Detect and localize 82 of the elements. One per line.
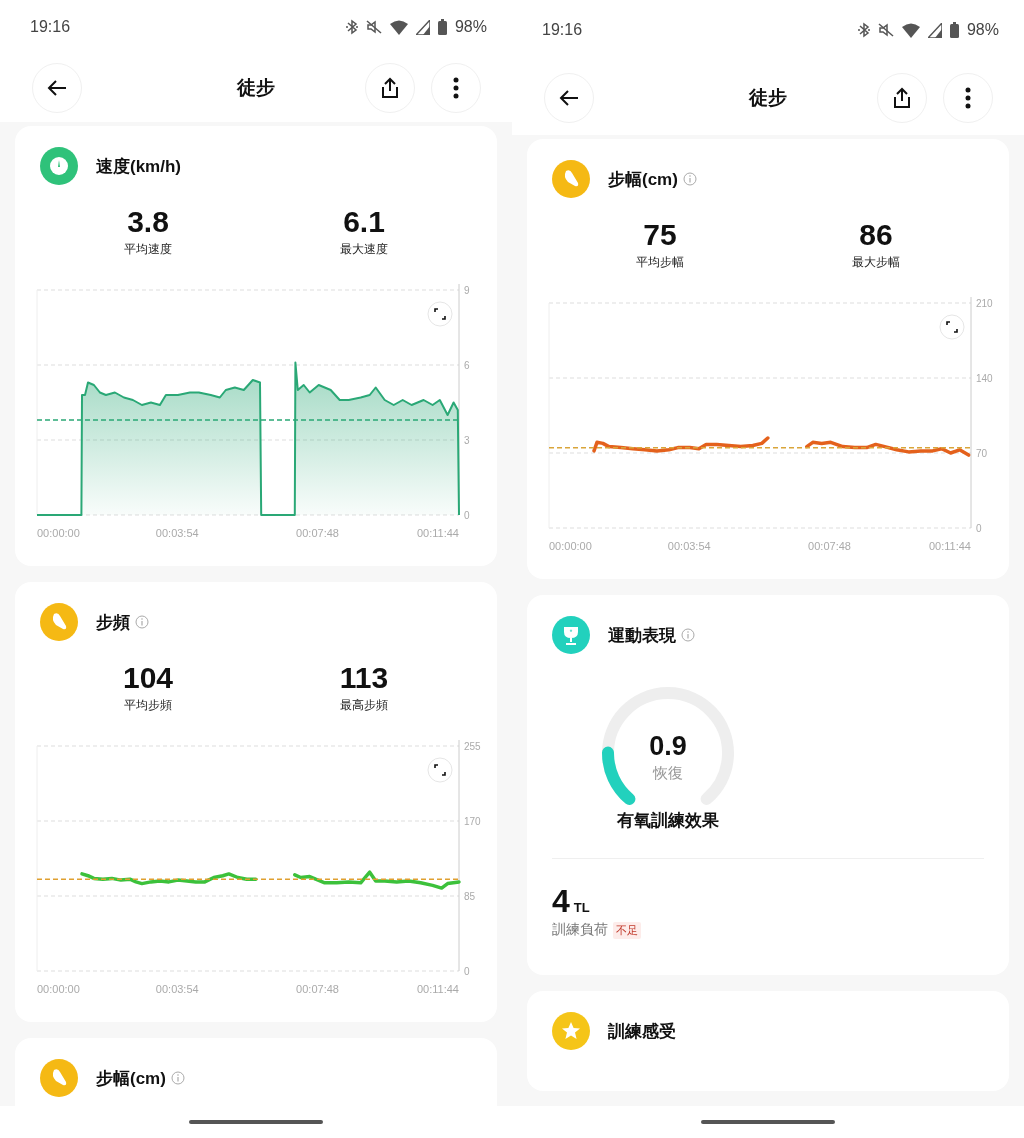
card-title: 訓練感受 (608, 1020, 676, 1043)
share-button[interactable] (877, 72, 927, 123)
gesture-handle[interactable] (701, 1120, 835, 1124)
card-title: 步頻 (96, 611, 130, 634)
bluetooth-icon (345, 19, 358, 36)
axis-label: 00:00:00 (37, 983, 80, 995)
more-button[interactable] (431, 63, 481, 114)
status-time: 19:16 (542, 21, 583, 39)
expand-button[interactable] (427, 757, 453, 783)
stat-label: 最大步幅 (852, 254, 900, 271)
axis-label: 85 (464, 891, 476, 902)
load-value: 4 (552, 883, 570, 919)
card-title: 運動表現 (608, 624, 676, 647)
page-title: 徒步 (237, 76, 275, 101)
axis-label: 00:07:48 (296, 983, 339, 995)
load-label: 訓練負荷 (552, 921, 608, 939)
signal-icon (927, 22, 942, 38)
axis-label: 00:00:00 (549, 540, 592, 552)
axis-label: 00:11:44 (417, 527, 459, 539)
signal-icon (415, 19, 430, 35)
info-icon[interactable] (681, 628, 695, 642)
page-title: 徒步 (749, 85, 787, 110)
card-title: 步幅(cm) (96, 1067, 166, 1090)
battery-percent: 98% (454, 18, 487, 37)
status-tag: 不足 (613, 921, 641, 939)
axis-label: 6 (464, 360, 470, 371)
axis-label: 210 (976, 298, 993, 309)
wifi-icon (901, 22, 920, 38)
axis-label: 00:03:54 (155, 527, 199, 539)
mute-icon (365, 19, 382, 36)
axis-label: 3 (464, 435, 470, 446)
more-icon (965, 86, 971, 109)
load-unit: TL (573, 900, 590, 915)
axis-label: 9 (464, 285, 470, 296)
battery-icon (949, 22, 959, 38)
info-icon[interactable] (135, 615, 149, 629)
axis-label: 0 (464, 510, 470, 521)
stat-label: 最大速度 (340, 241, 388, 258)
more-button[interactable] (943, 72, 993, 123)
stat-value: 6.1 (343, 204, 385, 240)
axis-label: 0 (976, 523, 982, 534)
more-icon (453, 77, 459, 100)
battery-icon (437, 19, 447, 36)
wifi-icon (389, 19, 408, 35)
gesture-handle[interactable] (189, 1120, 323, 1124)
share-button[interactable] (365, 63, 415, 114)
axis-label: 00:07:48 (296, 527, 339, 539)
back-button[interactable] (544, 72, 594, 123)
axis-label: 00:11:44 (929, 540, 971, 552)
gauge-value: 0.9 (649, 731, 687, 761)
card-title: 速度(km/h) (96, 155, 181, 178)
stat-value: 86 (859, 217, 893, 253)
axis-label: 00:03:54 (155, 983, 199, 995)
expand-button[interactable] (427, 301, 453, 327)
stat-value: 113 (339, 660, 389, 696)
info-icon[interactable] (682, 172, 697, 186)
axis-label: 170 (464, 816, 481, 827)
info-icon[interactable] (170, 1071, 185, 1085)
axis-label: 00:11:44 (417, 983, 459, 995)
expand-button[interactable] (939, 314, 965, 340)
stat-label: 平均步頻 (124, 697, 172, 714)
stat-value: 104 (122, 660, 174, 696)
axis-label: 00:00:00 (37, 527, 80, 539)
battery-percent: 98% (966, 21, 999, 39)
back-button[interactable] (32, 63, 82, 114)
card-title: 步幅(cm) (608, 168, 678, 191)
axis-label: 70 (976, 448, 988, 459)
status-time: 19:16 (30, 18, 71, 37)
gauge-label: 有氧訓練效果 (617, 810, 719, 832)
bluetooth-icon (857, 22, 870, 38)
mute-icon (877, 22, 894, 38)
gauge-status: 恢復 (653, 764, 683, 781)
stat-label: 最高步頻 (340, 697, 388, 714)
stat-label: 平均步幅 (636, 254, 684, 271)
axis-label: 255 (464, 741, 481, 752)
axis-label: 00:03:54 (667, 540, 711, 552)
axis-label: 140 (976, 373, 993, 384)
axis-label: 0 (464, 966, 470, 977)
stat-value: 3.8 (127, 204, 169, 240)
stat-value: 75 (643, 217, 677, 253)
stat-label: 平均速度 (124, 241, 172, 258)
axis-label: 00:07:48 (808, 540, 851, 552)
